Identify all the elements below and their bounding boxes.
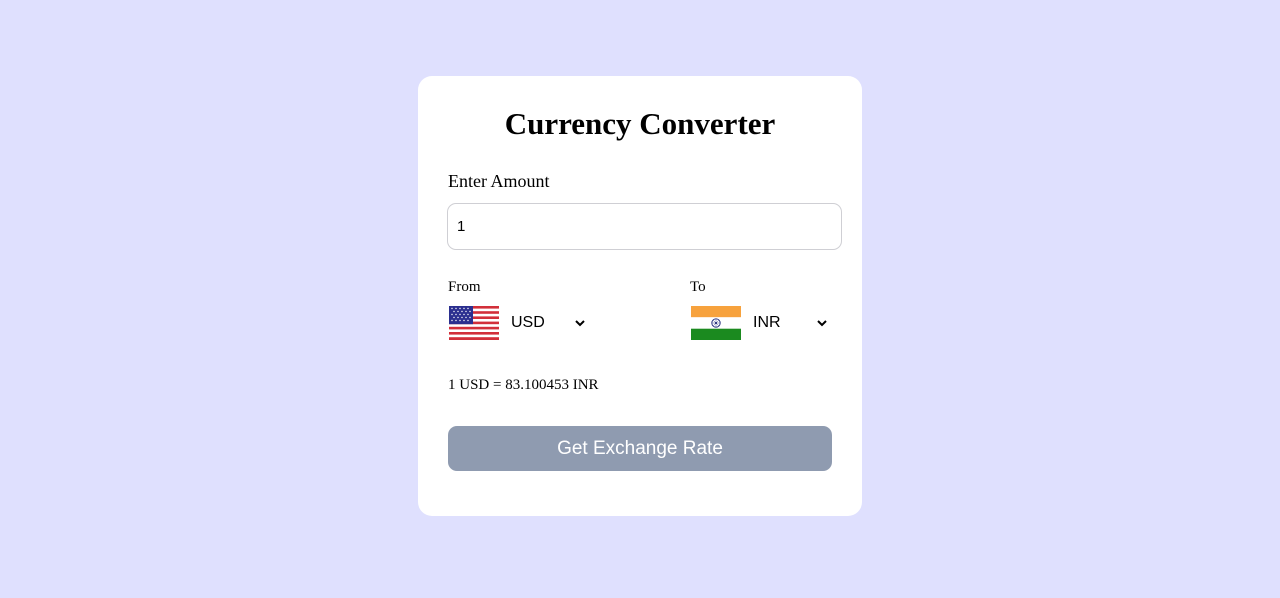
from-label: From: [448, 279, 481, 295]
get-exchange-rate-button[interactable]: Get Exchange Rate: [448, 426, 832, 471]
india-flag-icon: [691, 306, 741, 340]
to-currency-select[interactable]: INR: [753, 314, 827, 332]
exchange-rate-result: 1 USD = 83.100453 INR: [448, 377, 599, 393]
chevron-down-icon: [575, 319, 585, 326]
chevron-down-icon: [817, 319, 827, 326]
to-currency-group: INR: [691, 305, 827, 341]
from-currency-select[interactable]: USD: [511, 314, 585, 332]
amount-label: Enter Amount: [448, 171, 550, 191]
to-currency-code: INR: [753, 314, 781, 331]
from-currency-code: USD: [511, 314, 545, 331]
converter-card: Currency Converter Enter Amount From To …: [418, 76, 862, 516]
amount-input[interactable]: [447, 203, 842, 250]
to-label: To: [690, 279, 706, 295]
us-flag-icon: [449, 306, 499, 340]
page-title: Currency Converter: [504, 106, 776, 141]
from-currency-group: USD: [449, 305, 585, 341]
